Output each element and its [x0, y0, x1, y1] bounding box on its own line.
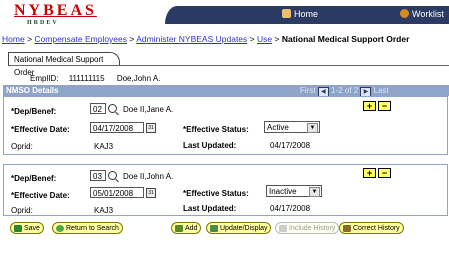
row-range: 1-2 of 2	[331, 86, 359, 95]
breadcrumb-compensate[interactable]: Compensate Employees	[34, 34, 127, 44]
add-row-button[interactable]: +	[363, 168, 376, 178]
oprid-value: KAJ3	[94, 206, 114, 215]
correct-history-button[interactable]: Correct History	[339, 222, 404, 234]
oprid-label: Oprid:	[11, 142, 33, 151]
effective-date-label: *Effective Date:	[11, 125, 70, 134]
dep-label: *Dep/Benef:	[11, 174, 57, 183]
effective-date-label: *Effective Date:	[11, 191, 70, 200]
update-display-button[interactable]: Update/Display	[206, 222, 272, 234]
environment-label: HRDEV	[27, 20, 59, 26]
effective-status-select[interactable]: Active ▼	[264, 121, 320, 133]
search-icon	[56, 225, 64, 232]
add-button[interactable]: Add	[171, 222, 202, 234]
nmso-row-1: *Dep/Benef: 02 Doe II,Jane A. + − *Effec…	[3, 96, 448, 155]
dep-id-input[interactable]: 03	[90, 170, 106, 181]
emplid-label: EmplID:	[30, 74, 59, 83]
employee-name: Doe,John A.	[116, 74, 161, 83]
nmso-row-2: *Dep/Benef: 03 Doe II,John A. + − *Effec…	[3, 164, 448, 216]
lookup-icon[interactable]	[108, 171, 117, 180]
last-updated-value: 04/17/2008	[270, 204, 311, 213]
history-icon	[279, 225, 287, 232]
nybeas-logo: NYBEAS	[14, 2, 97, 19]
effective-date-input[interactable]: 04/17/2008	[90, 122, 144, 133]
home-icon	[282, 9, 291, 18]
save-icon	[14, 225, 22, 232]
delete-row-button[interactable]: −	[378, 101, 391, 111]
update-icon	[210, 225, 218, 232]
last-updated-label: Last Updated:	[183, 141, 237, 150]
effective-date-input[interactable]: 05/01/2008	[90, 187, 144, 198]
return-to-search-button[interactable]: Return to Search	[52, 222, 123, 234]
tab-divider	[8, 65, 449, 66]
delete-row-button[interactable]: −	[378, 168, 391, 178]
breadcrumb-current: National Medical Support Order	[281, 34, 410, 44]
include-history-button: Include History	[275, 222, 340, 234]
dep-id-input[interactable]: 02	[90, 103, 106, 114]
dep-name: Doe II,John A.	[123, 172, 174, 181]
chevron-down-icon: ▼	[309, 187, 320, 197]
oprid-value: KAJ3	[94, 142, 114, 151]
last-link[interactable]: Last	[374, 86, 389, 95]
home-link[interactable]: Home	[282, 9, 318, 19]
breadcrumb-administer[interactable]: Administer NYBEAS Updates	[136, 34, 247, 44]
breadcrumb-use[interactable]: Use	[257, 34, 272, 44]
correct-history-icon	[343, 225, 351, 232]
save-button[interactable]: Save	[10, 222, 44, 234]
grid-title: NMSO Details	[6, 86, 59, 95]
last-updated-value: 04/17/2008	[270, 141, 311, 150]
worklist-link[interactable]: Worklist	[400, 9, 444, 19]
lookup-icon[interactable]	[108, 104, 117, 113]
worklist-icon	[400, 9, 409, 18]
emplid-value: 111111115	[68, 74, 105, 83]
add-row-button[interactable]: +	[363, 101, 376, 111]
emplid-row: EmplID: 111111115 Doe,John A.	[30, 74, 160, 83]
calendar-icon[interactable]: 31	[146, 123, 156, 133]
tab-national-medical-support-order[interactable]: National Medical Support Order	[8, 52, 120, 77]
effective-status-label: *Effective Status:	[183, 189, 249, 198]
calendar-icon[interactable]: 31	[146, 188, 156, 198]
chevron-down-icon: ▼	[307, 123, 318, 133]
effective-status-select[interactable]: Inactive ▼	[266, 185, 322, 197]
last-updated-label: Last Updated:	[183, 204, 237, 213]
dep-name: Doe II,Jane A.	[123, 105, 174, 114]
top-nav-bar: Home Worklist	[165, 6, 449, 24]
first-link[interactable]: First	[300, 86, 316, 95]
add-icon	[175, 225, 183, 232]
dep-label: *Dep/Benef:	[11, 107, 57, 116]
breadcrumb-home[interactable]: Home	[2, 34, 25, 44]
oprid-label: Oprid:	[11, 206, 33, 215]
breadcrumb: Home > Compensate Employees > Administer…	[2, 34, 410, 44]
effective-status-label: *Effective Status:	[183, 125, 249, 134]
